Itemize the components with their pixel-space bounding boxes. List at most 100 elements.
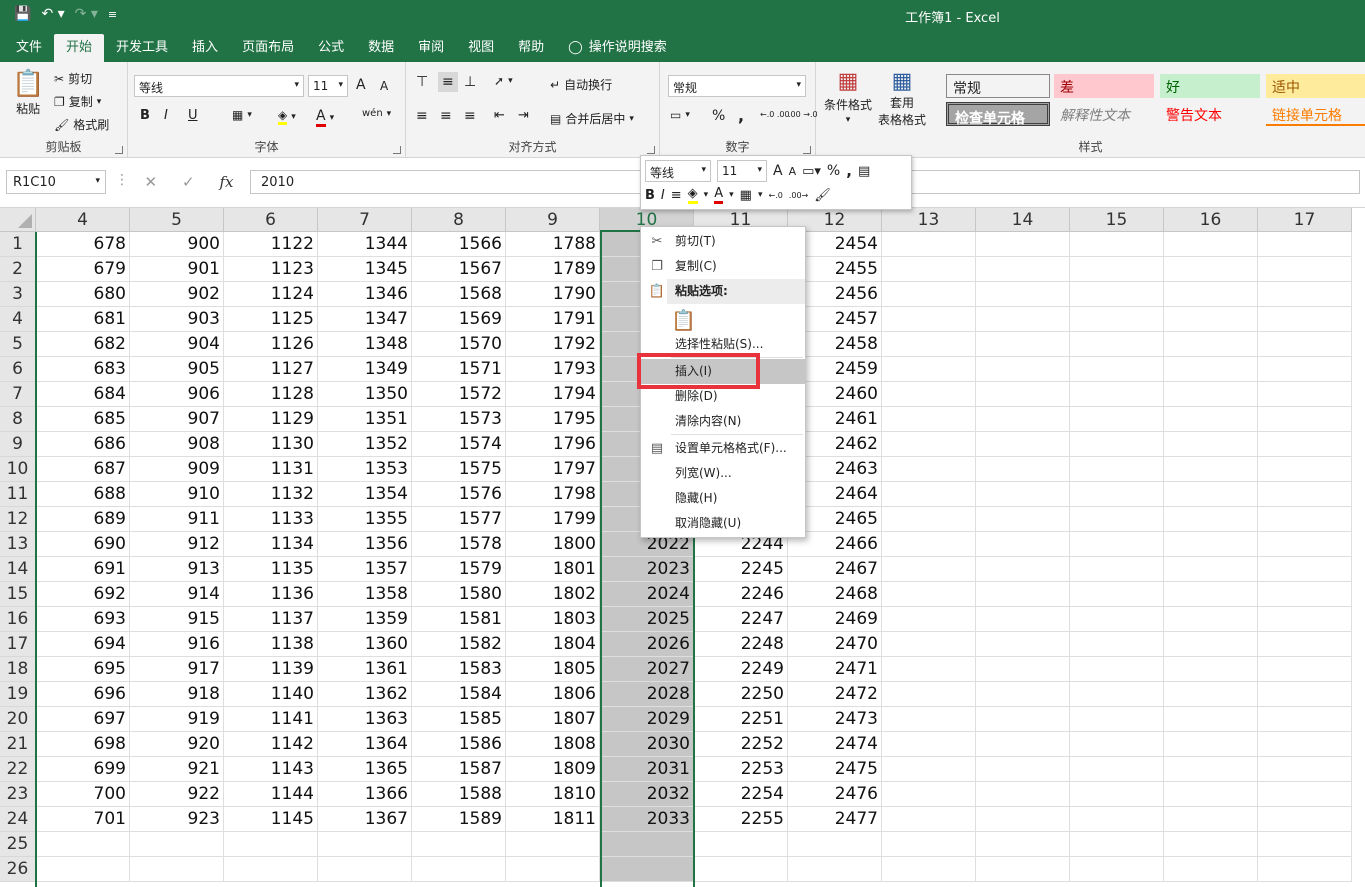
style-warning[interactable]: 警告文本 [1160, 102, 1260, 126]
grid-cell[interactable] [1258, 807, 1352, 832]
menu-item-delete[interactable]: 删除(D) [641, 384, 805, 409]
grid-cell[interactable] [976, 507, 1070, 532]
grid-cell[interactable]: 1794 [506, 382, 600, 407]
grid-cell[interactable]: 1789 [506, 257, 600, 282]
grid-cell[interactable]: 694 [36, 632, 130, 657]
tab-help[interactable]: 帮助 [506, 34, 556, 62]
grid-cell[interactable] [1164, 582, 1258, 607]
grid-cell[interactable] [1070, 457, 1164, 482]
grid-cell[interactable]: 2031 [600, 757, 694, 782]
fill-color-button[interactable]: ◈ ▾ [278, 108, 296, 125]
grid-cell[interactable] [1164, 407, 1258, 432]
grid-cell[interactable]: 2471 [788, 657, 882, 682]
grid-cell[interactable]: 903 [130, 307, 224, 332]
top-align-icon[interactable]: ⊤ [416, 74, 428, 90]
grid-cell[interactable] [1258, 307, 1352, 332]
grid-cell[interactable]: 917 [130, 657, 224, 682]
grid-cell[interactable]: 913 [130, 557, 224, 582]
grid-cell[interactable]: 2033 [600, 807, 694, 832]
row-header[interactable]: 14 [0, 557, 36, 582]
grid-cell[interactable] [976, 782, 1070, 807]
grid-cell[interactable]: 2475 [788, 757, 882, 782]
grid-cell[interactable] [788, 857, 882, 882]
style-bad[interactable]: 差 [1054, 74, 1154, 98]
grid-cell[interactable] [1070, 607, 1164, 632]
row-header[interactable]: 12 [0, 507, 36, 532]
grid-cell[interactable]: 689 [36, 507, 130, 532]
grid-cell[interactable]: 1581 [412, 607, 506, 632]
comma-button[interactable]: , [738, 106, 744, 125]
grid-cell[interactable] [1258, 532, 1352, 557]
grid-cell[interactable] [1070, 657, 1164, 682]
grid-cell[interactable] [1258, 382, 1352, 407]
grid-cell[interactable]: 1361 [318, 657, 412, 682]
grid-cell[interactable] [976, 257, 1070, 282]
grid-cell[interactable]: 1126 [224, 332, 318, 357]
middle-align-icon[interactable]: ≡ [438, 72, 458, 92]
grid-cell[interactable] [1164, 307, 1258, 332]
grid-cell[interactable] [694, 832, 788, 857]
grid-cell[interactable] [1164, 607, 1258, 632]
grid-cell[interactable]: 2023 [600, 557, 694, 582]
grid-cell[interactable]: 696 [36, 682, 130, 707]
grid-cell[interactable] [1070, 282, 1164, 307]
grid-cell[interactable]: 1141 [224, 707, 318, 732]
grid-cell[interactable] [1164, 707, 1258, 732]
menu-item-insert[interactable]: 插入(I) [641, 359, 805, 384]
grid-cell[interactable]: 1791 [506, 307, 600, 332]
grid-cell[interactable]: 1122 [224, 232, 318, 257]
grid-cell[interactable] [1164, 357, 1258, 382]
grid-cell[interactable]: 1570 [412, 332, 506, 357]
grid-cell[interactable] [600, 857, 694, 882]
grid-cell[interactable]: 922 [130, 782, 224, 807]
grid-cell[interactable]: 1359 [318, 607, 412, 632]
column-header[interactable]: 7 [318, 208, 412, 232]
grid-cell[interactable]: 698 [36, 732, 130, 757]
grid-cell[interactable]: 1802 [506, 582, 600, 607]
grid-cell[interactable]: 1809 [506, 757, 600, 782]
grid-cell[interactable] [1164, 257, 1258, 282]
grid-cell[interactable] [976, 807, 1070, 832]
tab-view[interactable]: 视图 [456, 34, 506, 62]
grid-cell[interactable] [130, 832, 224, 857]
grid-cell[interactable]: 2473 [788, 707, 882, 732]
grid-cell[interactable] [1070, 382, 1164, 407]
grid-cell[interactable] [224, 857, 318, 882]
tab-file[interactable]: 文件 [4, 34, 54, 62]
mini-accounting-icon[interactable]: ▭▾ [802, 164, 821, 179]
italic-button[interactable]: I [164, 108, 168, 123]
grid-cell[interactable] [1258, 732, 1352, 757]
grid-cell[interactable]: 2025 [600, 607, 694, 632]
align-left-icon[interactable]: ≡ [416, 108, 428, 124]
grid-cell[interactable] [976, 632, 1070, 657]
grid-cell[interactable]: 2030 [600, 732, 694, 757]
grid-cell[interactable]: 691 [36, 557, 130, 582]
menu-item-unhide[interactable]: 取消隐藏(U) [641, 511, 805, 536]
row-header[interactable]: 24 [0, 807, 36, 832]
row-header[interactable]: 18 [0, 657, 36, 682]
grid-cell[interactable]: 1569 [412, 307, 506, 332]
grid-cell[interactable] [882, 582, 976, 607]
grid-cell[interactable]: 2029 [600, 707, 694, 732]
grid-cell[interactable] [882, 257, 976, 282]
grid-cell[interactable] [882, 457, 976, 482]
accounting-format-button[interactable]: ▭ ▾ [670, 108, 690, 122]
grid-cell[interactable] [976, 707, 1070, 732]
grid-cell[interactable]: 1584 [412, 682, 506, 707]
grid-cell[interactable]: 2248 [694, 632, 788, 657]
grid-cell[interactable] [36, 832, 130, 857]
grid-cell[interactable]: 1796 [506, 432, 600, 457]
mini-format-table-icon[interactable]: ▤ [858, 164, 870, 179]
grid-cell[interactable]: 912 [130, 532, 224, 557]
grid-cell[interactable] [882, 782, 976, 807]
column-header[interactable]: 4 [36, 208, 130, 232]
grid-cell[interactable]: 2470 [788, 632, 882, 657]
grid-cell[interactable]: 1139 [224, 657, 318, 682]
grid-cell[interactable] [976, 332, 1070, 357]
column-header[interactable]: 9 [506, 208, 600, 232]
font-color-button[interactable]: A ▾ [316, 108, 334, 127]
grid-cell[interactable] [1164, 482, 1258, 507]
mini-decrease-decimal-icon[interactable]: .00→ [789, 191, 808, 200]
grid-cell[interactable] [1258, 557, 1352, 582]
mini-grow-font-button[interactable]: A [773, 163, 783, 179]
